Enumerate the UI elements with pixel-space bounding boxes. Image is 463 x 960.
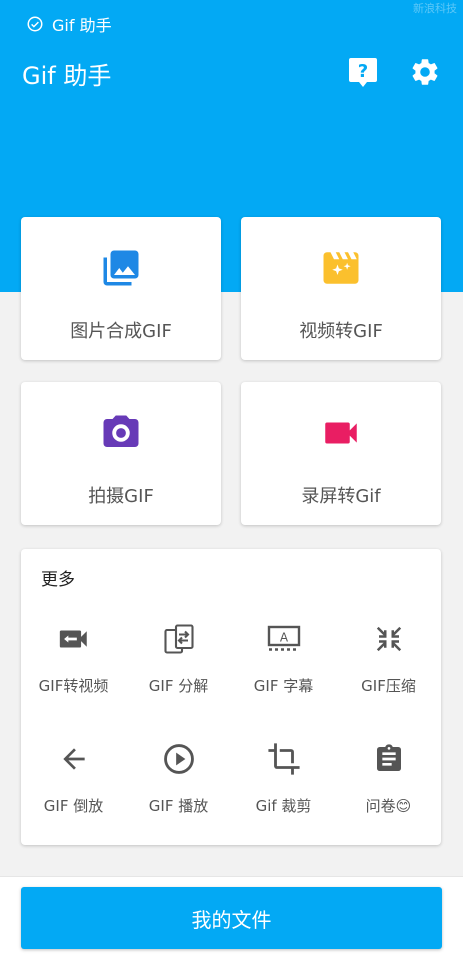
more-tools-card: 更多 GIF转视频 GIF 分解 A GIF 字幕 GIF压缩 GIF 倒放 G… bbox=[21, 549, 441, 845]
feature-card-video-to-gif[interactable]: 视频转GIF bbox=[241, 217, 441, 360]
svg-text:?: ? bbox=[358, 61, 368, 82]
feature-card-images-to-gif[interactable]: 图片合成GIF bbox=[21, 217, 221, 360]
feature-label: 图片合成GIF bbox=[70, 321, 172, 342]
tools-grid: GIF转视频 GIF 分解 A GIF 字幕 GIF压缩 GIF 倒放 GIF … bbox=[21, 621, 441, 861]
status-label: Gif 助手 bbox=[52, 16, 112, 35]
feature-label: 视频转GIF bbox=[299, 321, 383, 342]
tool-label: GIF 分解 bbox=[148, 677, 209, 695]
feature-card-screen-record-gif[interactable]: 录屏转Gif bbox=[241, 382, 441, 525]
movie-clapper-icon bbox=[320, 247, 362, 289]
tool-label: Gif 裁剪 bbox=[255, 797, 312, 815]
arrow-left-icon bbox=[56, 741, 92, 777]
my-files-button[interactable]: 我的文件 bbox=[21, 887, 442, 949]
gear-icon[interactable] bbox=[409, 56, 441, 88]
compress-icon bbox=[371, 621, 407, 657]
camera-icon bbox=[100, 412, 142, 454]
photo-library-icon bbox=[100, 247, 142, 289]
status-bar: Gif 助手 bbox=[0, 0, 463, 48]
tool-gif-play[interactable]: GIF 播放 bbox=[126, 741, 231, 861]
tool-label: GIF转视频 bbox=[38, 677, 109, 695]
tool-gif-reverse[interactable]: GIF 倒放 bbox=[21, 741, 126, 861]
page-title: Gif 助手 bbox=[22, 62, 112, 90]
svg-text:A: A bbox=[279, 630, 288, 644]
split-icon bbox=[161, 621, 197, 657]
tool-label: GIF压缩 bbox=[361, 677, 416, 695]
tool-gif-to-video[interactable]: GIF转视频 bbox=[21, 621, 126, 741]
subtitle-icon: A bbox=[266, 621, 302, 657]
videocam-icon bbox=[320, 412, 362, 454]
section-title: 更多 bbox=[41, 570, 75, 590]
feature-card-capture-gif[interactable]: 拍摄GIF bbox=[21, 382, 221, 525]
check-circle-icon bbox=[26, 15, 44, 33]
tool-gif-compress[interactable]: GIF压缩 bbox=[336, 621, 441, 741]
feature-label: 录屏转Gif bbox=[301, 486, 381, 507]
crop-icon bbox=[266, 741, 302, 777]
tool-gif-split[interactable]: GIF 分解 bbox=[126, 621, 231, 741]
toolbar-actions: ? bbox=[347, 56, 441, 88]
tool-label: GIF 倒放 bbox=[43, 797, 104, 815]
tool-survey[interactable]: 问卷😊 bbox=[336, 741, 441, 861]
feature-label: 拍摄GIF bbox=[88, 486, 154, 507]
tool-gif-crop[interactable]: Gif 裁剪 bbox=[231, 741, 336, 861]
tool-label: GIF 播放 bbox=[148, 797, 209, 815]
tool-label: GIF 字幕 bbox=[253, 677, 314, 695]
video-convert-icon bbox=[56, 621, 92, 657]
help-icon[interactable]: ? bbox=[347, 56, 379, 88]
play-circle-icon bbox=[161, 741, 197, 777]
clipboard-icon bbox=[371, 741, 407, 777]
watermark: 新浪科技 bbox=[413, 2, 457, 15]
tool-gif-subtitle[interactable]: A GIF 字幕 bbox=[231, 621, 336, 741]
tool-label: 问卷😊 bbox=[365, 797, 412, 815]
